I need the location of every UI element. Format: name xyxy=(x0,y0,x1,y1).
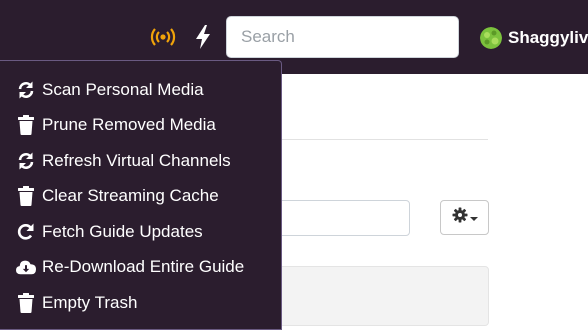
trash-icon xyxy=(16,115,36,135)
user-menu[interactable]: Shaggylive xyxy=(480,24,588,52)
sync-icon xyxy=(16,80,36,100)
gear-icon xyxy=(452,207,468,228)
content-divider xyxy=(282,139,488,140)
menu-item-re-download-entire-guide[interactable]: Re-Download Entire Guide xyxy=(0,250,280,284)
menu-item-scan-personal-media[interactable]: Scan Personal Media xyxy=(0,73,280,107)
content-input-field[interactable] xyxy=(270,200,410,236)
content-panel xyxy=(270,266,489,326)
search-input[interactable] xyxy=(226,16,459,58)
menu-item-clear-streaming-cache[interactable]: Clear Streaming Cache xyxy=(0,179,280,213)
menu-item-empty-trash[interactable]: Empty Trash xyxy=(0,286,280,320)
settings-dropdown-button[interactable] xyxy=(440,200,489,235)
broadcast-icon[interactable] xyxy=(147,26,179,48)
menu-item-prune-removed-media[interactable]: Prune Removed Media xyxy=(0,108,280,142)
cloud-download-icon xyxy=(16,257,36,277)
trash-icon xyxy=(16,186,36,206)
tools-dropdown-menu: Scan Personal Media Prune Removed Media … xyxy=(0,60,282,330)
trash-icon xyxy=(16,293,36,313)
menu-item-fetch-guide-updates[interactable]: Fetch Guide Updates xyxy=(0,215,280,249)
redo-icon xyxy=(16,222,36,242)
menu-item-refresh-virtual-channels[interactable]: Refresh Virtual Channels xyxy=(0,144,280,178)
sync-icon xyxy=(16,151,36,171)
bolt-icon[interactable] xyxy=(193,24,213,50)
avatar xyxy=(480,27,502,49)
caret-down-icon xyxy=(469,209,478,227)
username: Shaggylive xyxy=(508,28,588,47)
